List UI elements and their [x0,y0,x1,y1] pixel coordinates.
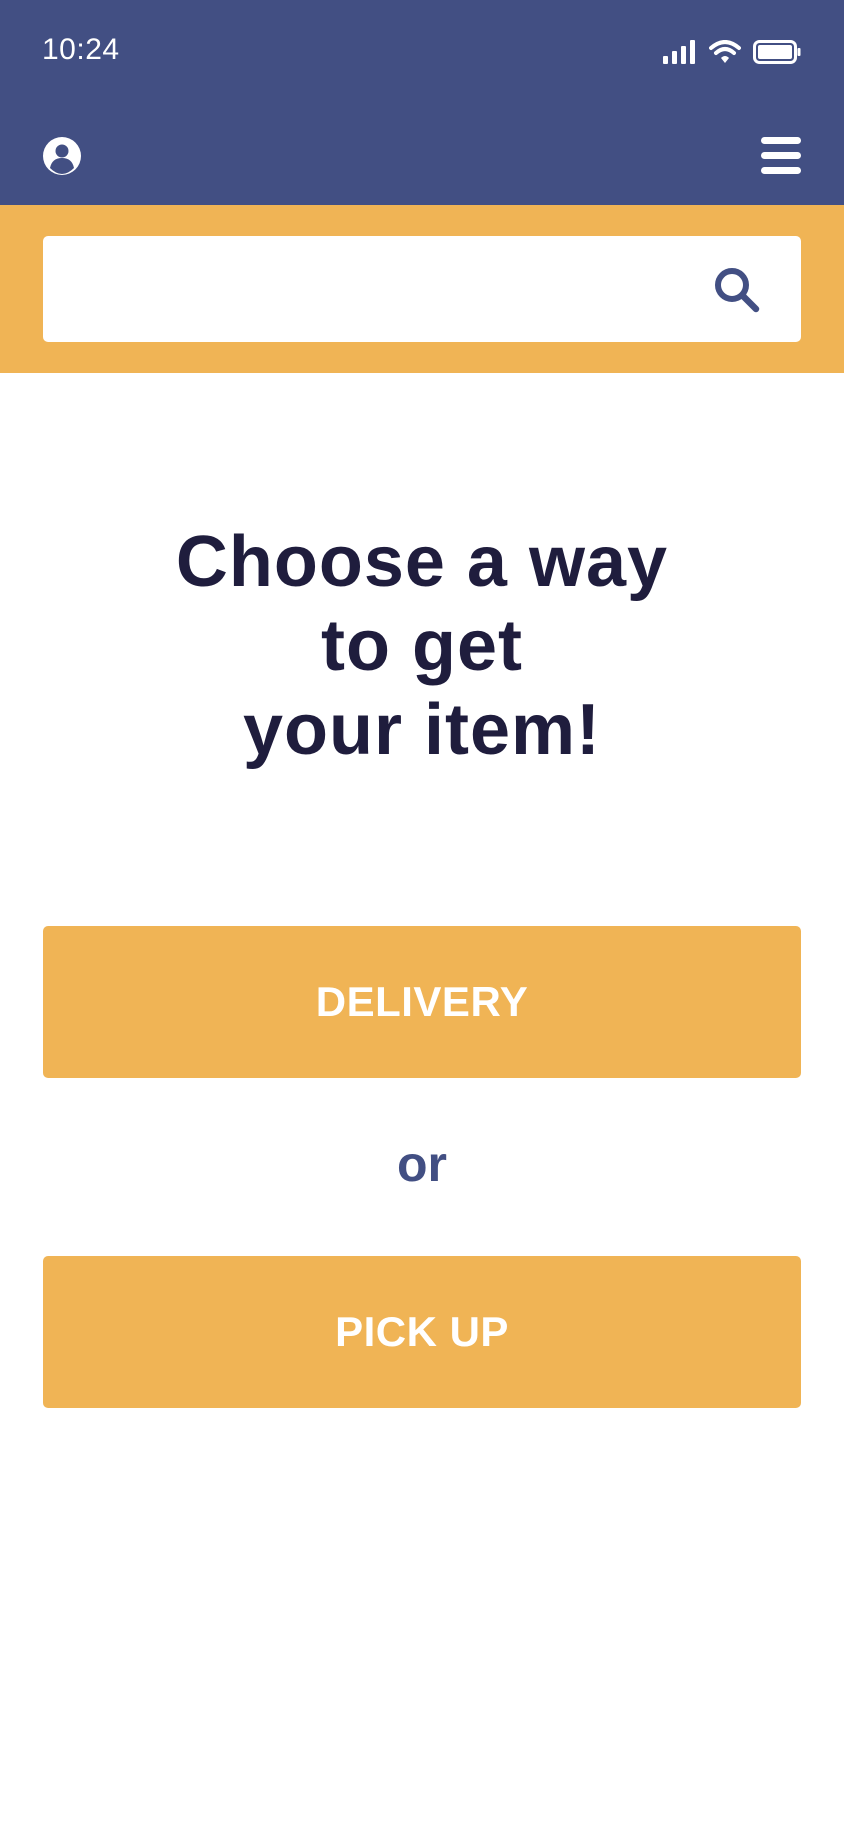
wifi-icon [709,40,741,63]
signal-icon [663,40,695,64]
page-title-line: Choose a way [175,522,669,602]
app-header: 10:24 [0,0,844,205]
status-time: 10:24 [42,33,120,66]
search-icon[interactable] [713,266,761,314]
menu-icon[interactable] [761,137,801,174]
page-title-line: to get [321,606,523,686]
search-band [0,205,844,373]
profile-icon[interactable] [42,136,82,176]
battery-icon [753,40,801,64]
page-title-line: your item! [242,690,602,770]
status-icons [663,38,801,66]
search-input[interactable] [43,236,723,342]
page-title: Choose a way to get your item! [0,520,844,772]
search-box [43,236,801,342]
or-separator: or [397,1136,447,1192]
delivery-button[interactable]: DELIVERY [43,926,801,1078]
pick-up-button[interactable]: PICK UP [43,1256,801,1408]
